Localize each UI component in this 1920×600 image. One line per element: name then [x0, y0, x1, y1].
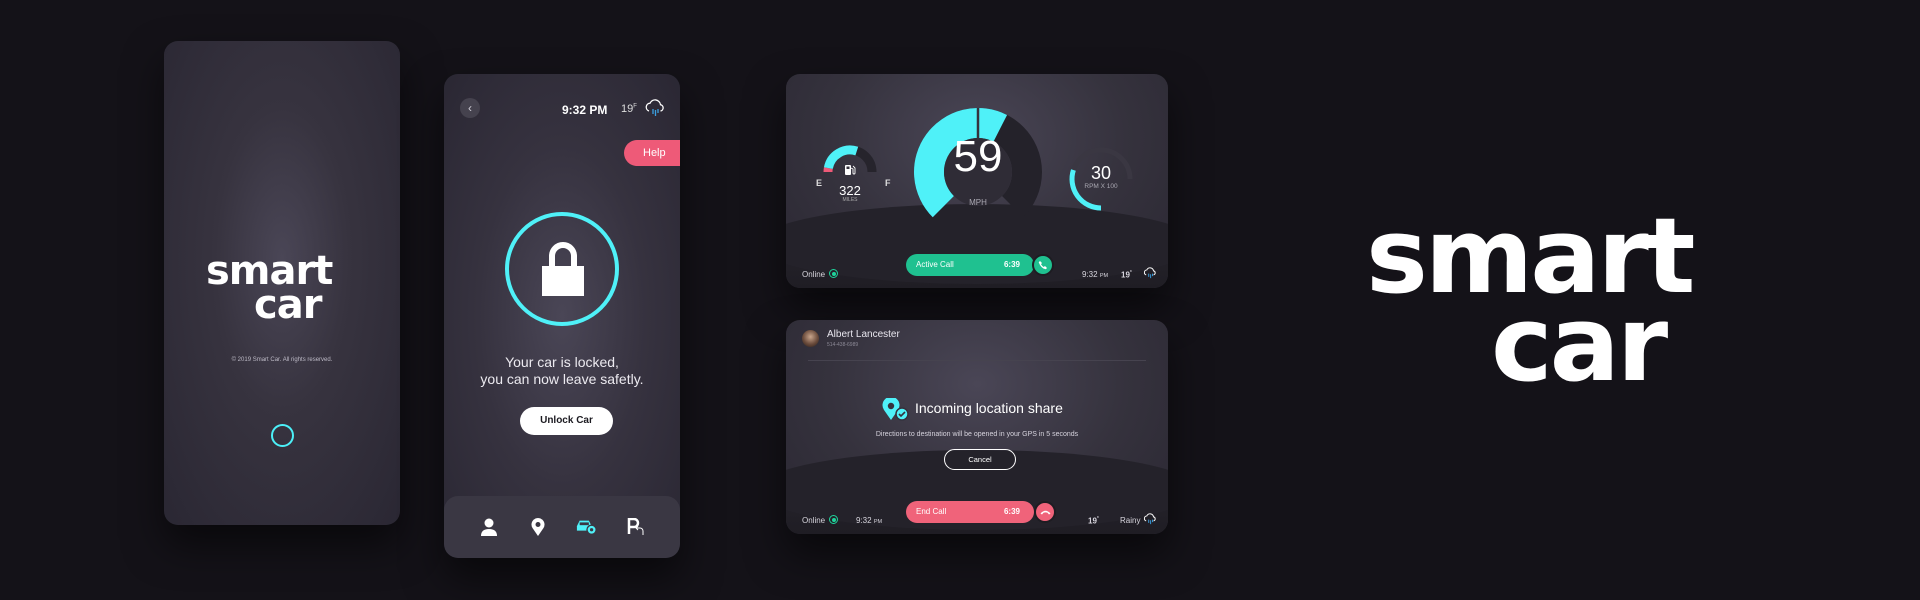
online-status: Online [802, 516, 826, 525]
rpm-value: 30 [1090, 163, 1112, 183]
lock-screen: ‹ 9:32 PM 19F Help Your car is locked, y… [444, 74, 680, 558]
call-timer: 6:39 [1003, 260, 1020, 269]
temperature-value: 19 [621, 103, 634, 115]
hang-up-button[interactable] [1034, 501, 1056, 523]
lock-message-line-1: Your car is locked, [505, 354, 619, 370]
temperature-unit: ° [1096, 516, 1099, 522]
lock-message: Your car is locked, you can now leave sa… [444, 354, 680, 388]
share-title: Incoming location share [915, 400, 1063, 416]
unlock-car-button[interactable]: Unlock Car [520, 407, 613, 435]
loading-ring-icon [271, 424, 294, 447]
lock-message-line-2: you can now leave safetly. [480, 371, 644, 387]
tab-car-settings[interactable] [576, 516, 598, 538]
fuel-pump-icon [845, 165, 856, 175]
rain-cloud-icon [645, 99, 664, 116]
speed-unit: MPH [969, 198, 987, 207]
fuel-empty-label: E [816, 178, 823, 188]
call-timer: 6:39 [1003, 507, 1020, 516]
smartcar-logo: smart car [206, 251, 333, 325]
online-indicator-icon [829, 515, 838, 524]
online-indicator-icon [829, 269, 838, 278]
online-status: Online [802, 270, 826, 279]
splash-screen: smart car © 2019 Smart Car. All rights r… [164, 41, 400, 525]
location-share-icon [882, 398, 909, 421]
dashboard-clock: 9:32 PM [856, 516, 882, 525]
clock-suffix: PM [1099, 273, 1109, 279]
caller-name: Albert Lancester [827, 329, 900, 340]
tab-location[interactable] [527, 516, 549, 538]
temperature: 19F [621, 103, 637, 115]
rpm-unit: RPM X 100 [1084, 183, 1118, 190]
lock-status-ring [505, 212, 619, 326]
help-button[interactable]: Help [624, 140, 680, 166]
temperature-value: 19 [1121, 270, 1130, 280]
call-button[interactable] [1032, 254, 1054, 276]
phone-icon [1038, 261, 1047, 270]
rain-cloud-icon [1143, 267, 1156, 279]
fuel-miles: 322 [839, 183, 861, 198]
map-pin-icon [531, 518, 544, 536]
fuel-full-label: F [885, 178, 891, 188]
temperature-unit: ° [1129, 270, 1132, 276]
incoming-share-dashboard: Albert Lancester 514-438-6989 Incoming l… [786, 320, 1168, 534]
car-gear-icon [576, 520, 597, 536]
temperature-unit: F [633, 103, 637, 110]
clock-time: 9:32 [856, 516, 872, 525]
rain-cloud-icon [1143, 513, 1156, 525]
temperature-value: 19 [1088, 516, 1097, 526]
speed-value: 59 [953, 132, 1003, 181]
share-description: Directions to destination will be opened… [875, 431, 1079, 438]
dashboard-temperature: 19° [1088, 516, 1099, 526]
dashboard-temperature: 19° [1121, 270, 1132, 280]
padlock-icon [542, 242, 584, 296]
person-icon [480, 518, 497, 536]
weather-label: Rainy [1120, 516, 1141, 525]
call-label: Active Call [916, 260, 954, 269]
tab-bar [444, 496, 680, 558]
clock-time: 9:32 [1082, 270, 1098, 279]
chevron-left-icon: ‹ [468, 101, 472, 115]
active-call-bar[interactable]: Active Call 6:39 [906, 254, 1034, 276]
parking-return-icon [627, 518, 643, 535]
divider [808, 360, 1146, 361]
end-call-bar[interactable]: End Call 6:39 [906, 501, 1034, 523]
clock-suffix: PM [873, 519, 883, 525]
caller-avatar [802, 330, 819, 347]
call-label: End Call [916, 507, 947, 516]
dashboard-clock: 9:32 PM [1082, 270, 1108, 279]
copyright-text: © 2019 Smart Car. All rights reserved. [231, 357, 333, 363]
smartcar-logo-large: smart car [1366, 204, 1695, 397]
caller-phone: 514-438-6989 [827, 342, 859, 348]
fuel-miles-label: MILES [842, 197, 858, 203]
back-button[interactable]: ‹ [460, 98, 480, 118]
clock: 9:32 PM [562, 103, 608, 117]
hang-up-icon [1040, 510, 1050, 515]
tab-parking[interactable] [625, 516, 647, 538]
driving-dashboard: E F 322 MILES 59 MPH 30 RPM X 100 Online… [786, 74, 1168, 288]
tab-profile[interactable] [478, 516, 500, 538]
cancel-button[interactable]: Cancel [944, 449, 1016, 470]
